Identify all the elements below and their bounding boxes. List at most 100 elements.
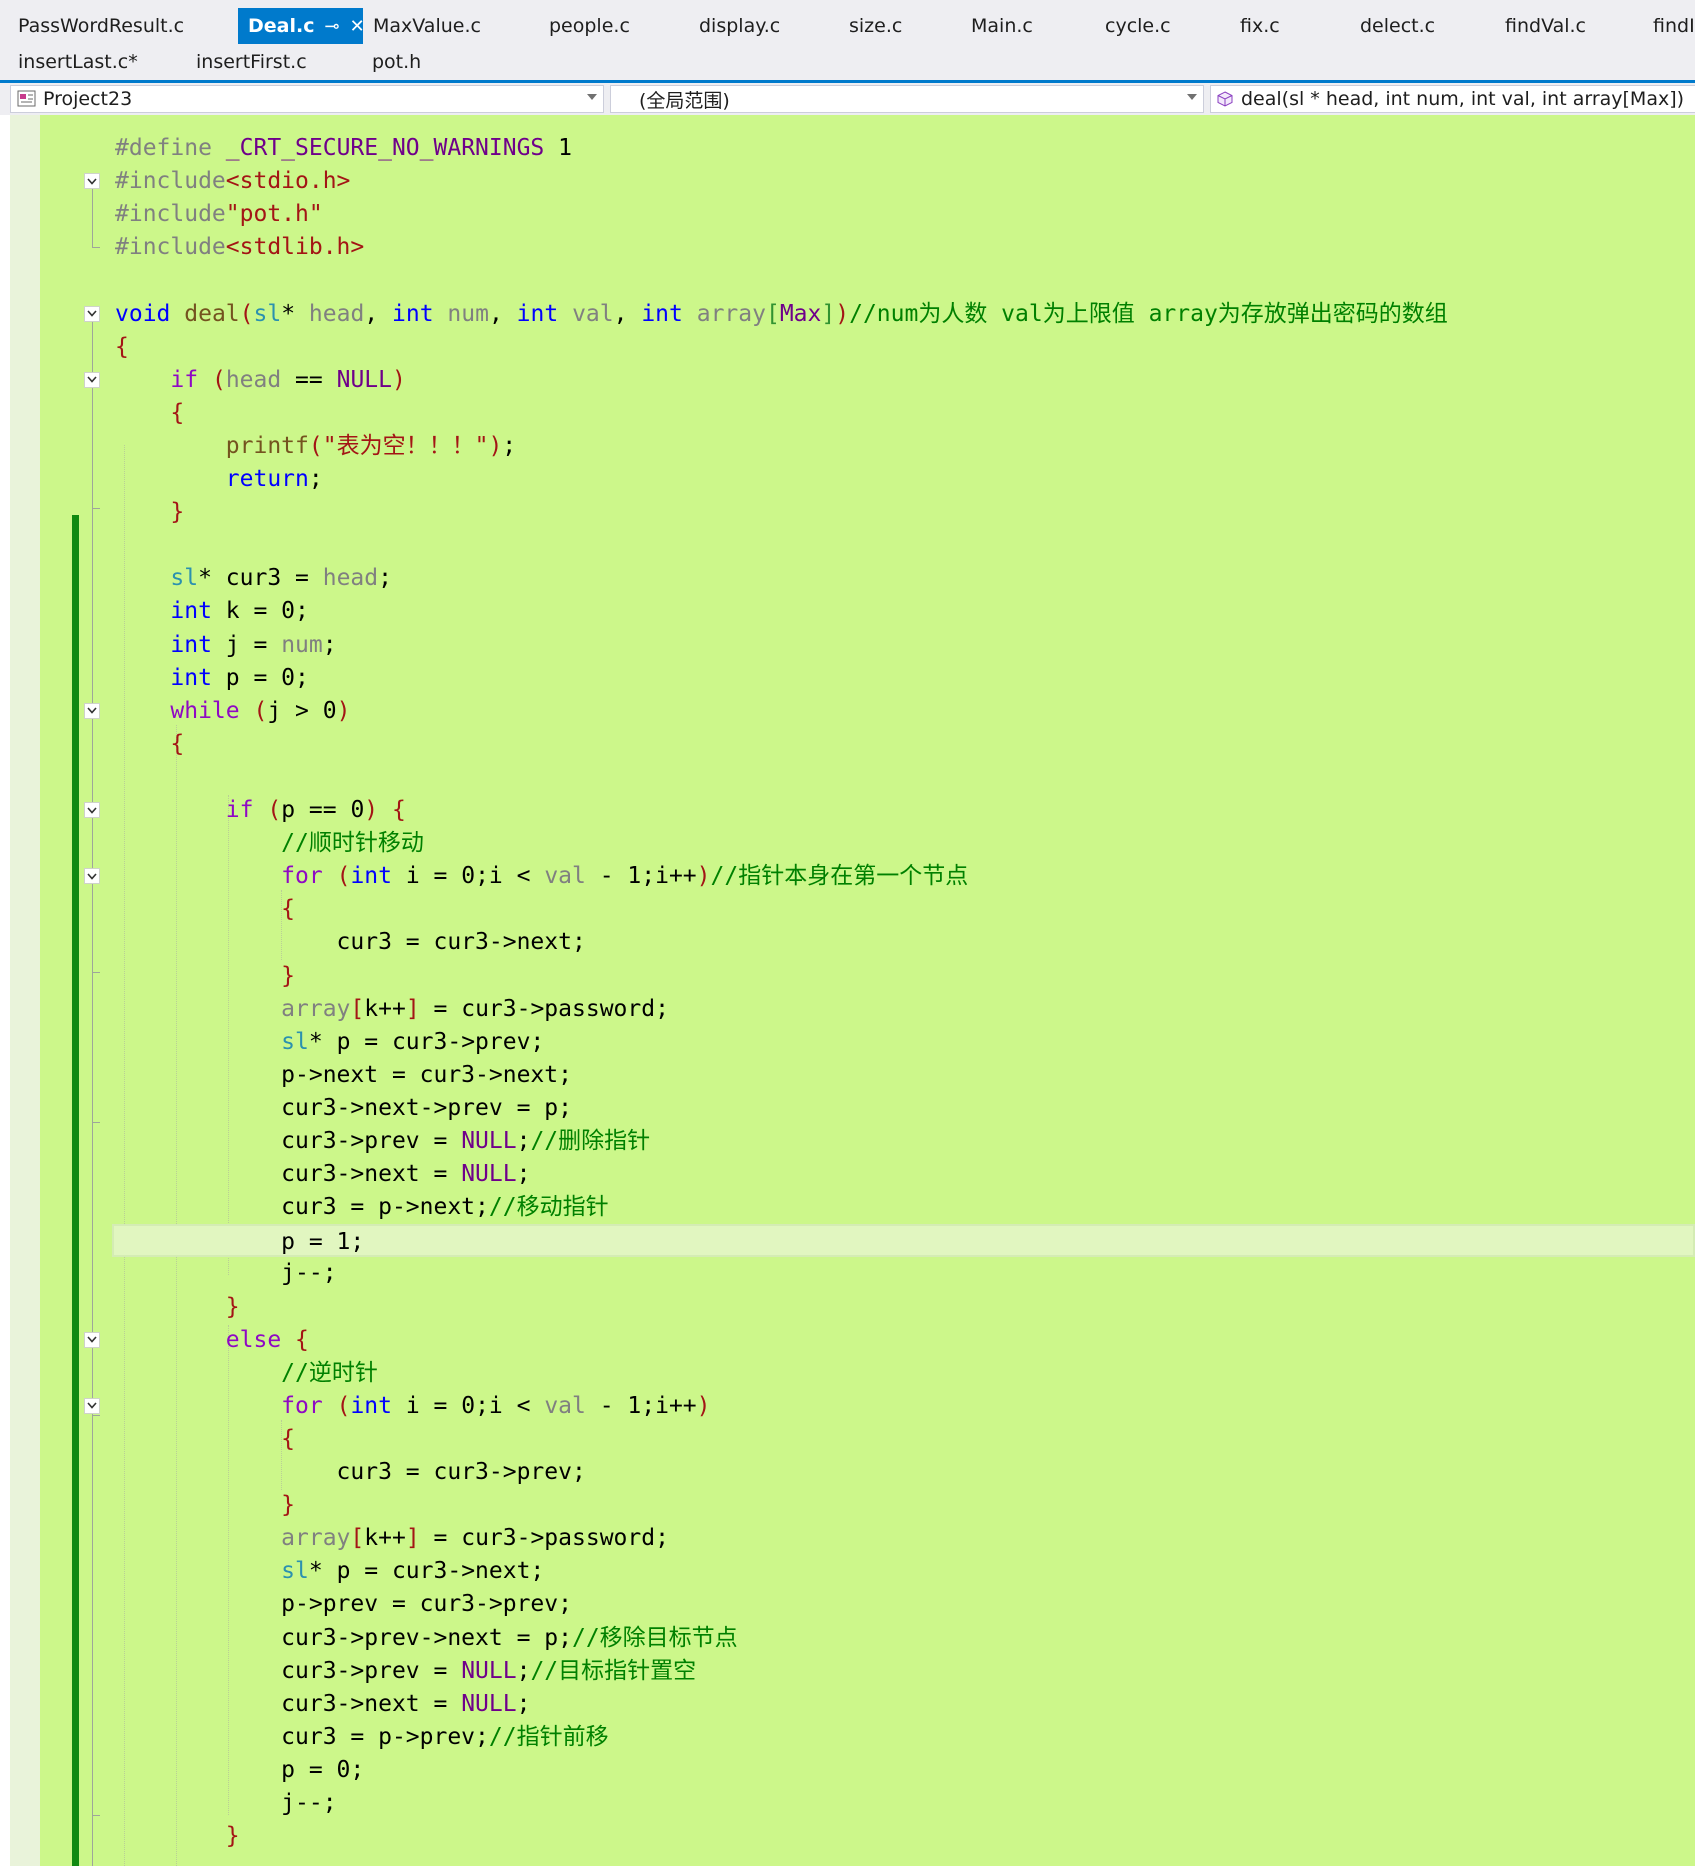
tab-fix-c[interactable]: fix.c [1230,8,1350,44]
code-line[interactable]: void deal(sl* head, int num, int val, in… [115,298,1448,331]
code-line[interactable]: } [115,1820,240,1853]
code-line[interactable]: cur3->prev = NULL;//删除指针 [115,1125,650,1158]
code-line[interactable]: j--; [115,1787,336,1820]
tab-label: delect.c [1360,15,1436,37]
code-line[interactable]: int j = num; [115,629,336,662]
member-label: deal(sl * head, int num, int val, int ar… [1241,88,1685,110]
tab-delect-c[interactable]: delect.c [1350,8,1495,44]
navigation-bar: Project23 (全局范围) deal(sl * head, int num… [0,83,1695,115]
scope-label: (全局范围) [639,89,730,112]
tab-findin[interactable]: findIn [1643,8,1695,44]
fold-collapse-icon[interactable] [84,305,100,322]
code-line[interactable]: for (int i = 0;i < val - 1;i++) [115,1390,710,1423]
fold-collapse-icon[interactable] [84,1397,100,1414]
project-label: Project23 [43,88,133,110]
code-line[interactable]: } [115,960,295,993]
code-line[interactable]: cur3 = cur3->prev; [115,1456,586,1489]
code-line[interactable]: { [115,331,129,364]
code-line[interactable]: while (j > 0) [115,695,350,728]
code-line[interactable]: array[k++] = cur3->password; [115,993,669,1026]
tab-findval-c[interactable]: findVal.c [1495,8,1643,44]
tab-label: Main.c [971,15,1033,37]
fold-collapse-icon[interactable] [84,868,100,885]
fold-outline-end [92,972,100,973]
code-line[interactable]: cur3->next = NULL; [115,1688,530,1721]
tab-maxvalue-c[interactable]: MaxValue.c [363,8,539,44]
code-line[interactable]: cur3->next->prev = p; [115,1092,572,1125]
code-line[interactable]: { [115,1423,295,1456]
code-line[interactable]: return; [115,463,323,496]
project-dropdown[interactable]: Project23 [10,85,604,113]
pin-icon[interactable]: ⊸ [324,16,339,37]
fold-collapse-icon[interactable] [84,371,100,388]
tab-main-c[interactable]: Main.c [961,8,1095,44]
code-line[interactable]: sl* cur3 = head; [115,562,392,595]
tab-people-c[interactable]: people.c [539,8,689,44]
fold-outline [92,307,93,1866]
fold-collapse-icon[interactable] [84,1331,100,1348]
fold-collapse-icon[interactable] [84,702,100,719]
code-line[interactable]: int k = 0; [115,595,308,628]
chevron-down-icon [1187,94,1197,100]
code-line[interactable]: cur3->next = NULL; [115,1158,530,1191]
code-line[interactable]: printf("表为空！！！"); [115,430,516,463]
code-line[interactable]: //逆时针 [115,1357,378,1390]
tab-pot-h[interactable]: pot.h [354,44,486,80]
tab-cycle-c[interactable]: cycle.c [1095,8,1230,44]
scope-dropdown[interactable]: (全局范围) [610,85,1204,113]
tab-insertlast-c[interactable]: insertLast.c* [0,44,178,80]
code-line[interactable]: int p = 0; [115,662,308,695]
code-line-current[interactable]: p = 1; [112,1224,1695,1258]
code-line[interactable]: #include<stdio.h> [115,165,350,198]
member-dropdown[interactable]: deal(sl * head, int num, int val, int ar… [1210,85,1695,113]
code-line[interactable]: cur3 = p->prev;//指针前移 [115,1721,608,1754]
code-line[interactable]: cur3 = p->next;//移动指针 [115,1191,608,1224]
fold-collapse-icon[interactable] [84,173,100,190]
code-line[interactable]: j--; [115,1257,336,1290]
code-line[interactable]: if (head == NULL) [115,364,405,397]
tab-label: size.c [849,15,903,37]
code-line[interactable]: for (int i = 0;i < val - 1;i++)//指针本身在第一… [115,860,968,893]
tab-label: display.c [699,15,781,37]
tab-label: fix.c [1240,15,1280,37]
code-line[interactable]: } [115,496,184,529]
code-line[interactable]: sl* p = cur3->next; [115,1555,544,1588]
code-line[interactable]: } [115,1489,295,1522]
tab-label: findVal.c [1505,15,1587,37]
code-line[interactable]: p = 0; [115,1754,364,1787]
tab-label: MaxValue.c [373,15,481,37]
code-line[interactable]: { [115,728,184,761]
tab-size-c[interactable]: size.c [839,8,961,44]
code-line[interactable]: } [115,1291,240,1324]
code-line[interactable]: { [115,397,184,430]
editor-left-edge [0,115,10,1866]
document-tab-bar: PassWordResult.c Deal.c ⊸ ✕ MaxValue.c people… [0,0,1695,83]
tab-passwordresult-c[interactable]: PassWordResult.c [0,8,238,44]
fold-outline-end [92,1815,100,1816]
code-line[interactable]: if (p == 0) { [115,794,406,827]
tab-label: people.c [549,15,630,37]
fold-collapse-icon[interactable] [84,802,100,818]
code-line[interactable]: #include<stdlib.h> [115,231,364,264]
code-line[interactable]: { [115,893,295,926]
code-line[interactable]: //顺时针移动 [115,827,424,860]
tab-display-c[interactable]: display.c [689,8,839,44]
fold-outline-end [92,1122,100,1123]
glyph-margin [10,115,40,1866]
code-editor[interactable]: #define _CRT_SECURE_NO_WARNINGS 1 #includ… [0,115,1695,1866]
tab-label: Deal.c [248,15,315,37]
tab-row-2: insertLast.c* insertFirst.c pot.h [0,44,486,80]
tab-insertfirst-c[interactable]: insertFirst.c [178,44,354,80]
tab-deal-c[interactable]: Deal.c ⊸ ✕ [238,8,365,44]
fold-outline-end [92,1415,100,1416]
code-line[interactable]: else { [115,1324,309,1357]
code-line[interactable]: cur3->prev = NULL;//目标指针置空 [115,1655,696,1688]
code-line[interactable]: cur3 = cur3->next; [115,926,586,959]
code-line[interactable]: sl* p = cur3->prev; [115,1026,544,1059]
code-line[interactable]: cur3->prev->next = p;//移除目标节点 [115,1622,738,1655]
code-line[interactable]: p->prev = cur3->prev; [115,1588,572,1621]
code-line[interactable]: p->next = cur3->next; [115,1059,572,1092]
code-line[interactable]: #include"pot.h" [115,198,323,231]
code-line[interactable]: array[k++] = cur3->password; [115,1522,669,1555]
code-line[interactable]: #define _CRT_SECURE_NO_WARNINGS 1 [115,132,572,165]
